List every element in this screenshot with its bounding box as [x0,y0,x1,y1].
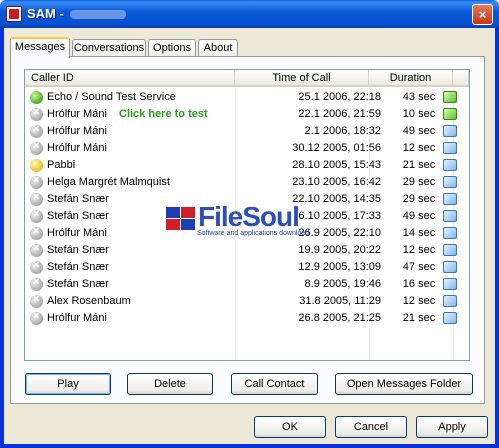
time-of-call-cell: 26.8 2005, 21:25 [298,312,381,324]
time-of-call-cell: 30.12 2005, 01:56 [292,142,381,154]
message-icon[interactable] [443,278,457,290]
time-of-call-cell: 25.1 2006, 22:18 [298,91,381,103]
message-icon[interactable] [443,227,457,239]
list-header: Caller ID Time of Call Duration [25,70,469,87]
message-icon[interactable] [443,312,457,324]
watermark-logo [166,207,196,231]
table-row[interactable]: Echo / Sound Test Service 25.1 2006, 22:1… [25,89,469,106]
offline-contact-icon [30,259,43,274]
time-of-call-cell: 22.1 2006, 21:59 [298,108,381,120]
table-row[interactable]: Helga Margrét Malmquist 23.10 2005, 16:42… [25,174,469,191]
tab-conversations[interactable]: Conversations [72,39,146,57]
offline-contact-icon [30,310,43,325]
caller-id-cell: Echo / Sound Test Service [47,91,176,103]
table-row[interactable]: Hrólfur Máni26.8 2005, 21:2521 sec [25,310,469,327]
caller-id-cell: Stefán Snær [47,261,109,273]
caller-id-cell: Hrólfur Máni [47,227,107,239]
open-messages-folder-button[interactable]: Open Messages Folder [335,373,473,395]
click-to-test-hint[interactable]: Click here to test [119,108,208,120]
window-title-text: SAM - [27,6,64,21]
offline-contact-icon [30,293,43,308]
tab-about[interactable]: About [198,39,238,57]
message-icon[interactable] [443,142,457,154]
column-header-duration[interactable]: Duration [369,70,453,87]
watermark-title: FileSoul [198,201,300,232]
time-of-call-cell: 19.9 2005, 20:22 [298,244,381,256]
window-frame-right [495,28,499,448]
new-message-icon[interactable] [443,91,457,103]
title-bar[interactable]: SAM - × [0,0,499,28]
table-row[interactable]: Pabbi 28.10 2005, 15:43 21 sec [25,157,469,174]
delete-button[interactable]: Delete [127,373,213,395]
offline-contact-icon [30,242,43,257]
time-of-call-cell: 31.8 2005, 11:29 [299,295,381,307]
close-icon: × [478,7,487,22]
time-of-call-cell: 28.10 2005, 15:43 [292,159,381,171]
caller-id-cell: Stefán Snær [47,193,109,205]
new-message-icon[interactable] [443,108,457,120]
column-header-message[interactable] [453,70,469,87]
close-button[interactable]: × [472,4,493,25]
offline-contact-icon [30,140,43,155]
away-contact-icon [30,159,43,172]
tab-messages[interactable]: Messages [10,37,70,58]
message-icon[interactable] [443,176,457,188]
time-of-call-cell: 8.9 2005, 19:46 [304,278,381,290]
message-icon[interactable] [443,159,457,171]
offline-contact-icon [30,225,43,240]
apply-button[interactable]: Apply [416,416,488,438]
offline-contact-icon [30,174,43,189]
cancel-button[interactable]: Cancel [335,416,407,438]
caller-id-cell: Hrólfur Máni [47,312,107,324]
table-row[interactable]: Hrólfur Máni2.1 2006, 18:3249 sec [25,123,469,140]
caller-id-cell: Alex Rosenbaum [47,295,131,307]
table-row[interactable]: Stefán Snær19.9 2005, 20:2212 sec [25,242,469,259]
offline-contact-icon [30,191,43,206]
caller-id-cell: Hrólfur Máni [47,142,107,154]
message-icon[interactable] [443,125,457,137]
table-row[interactable]: Alex Rosenbaum31.8 2005, 11:2912 sec [25,293,469,310]
time-of-call-cell: 2.1 2006, 18:32 [304,125,381,137]
window-frame-bottom [0,444,499,448]
tab-options[interactable]: Options [148,39,196,57]
caller-id-cell: Hrólfur Máni [47,108,107,120]
time-of-call-cell: 23.10 2005, 16:42 [292,176,381,188]
app-logo-icon [6,6,22,22]
table-row[interactable]: Hrólfur Máni22.1 2006, 21:5910 sec [25,106,469,123]
offline-contact-icon [30,123,43,138]
ok-button[interactable]: OK [254,416,326,438]
window-frame-left [0,28,4,448]
watermark-subtitle: Software and applications download [197,230,310,237]
offline-contact-icon [30,276,43,291]
caller-id-cell: Hrólfur Máni [47,125,107,137]
caller-id-cell: Stefán Snær [47,210,109,222]
table-row[interactable]: Hrólfur Máni30.12 2005, 01:5612 sec [25,140,469,157]
column-header-time-of-call[interactable]: Time of Call [235,70,369,87]
message-icon[interactable] [443,261,457,273]
caller-id-cell: Stefán Snær [47,244,109,256]
green-contact-icon [30,91,43,104]
message-icon[interactable] [443,244,457,256]
caller-id-cell: Helga Margrét Malmquist [47,176,170,188]
redacted-username [69,10,126,20]
offline-contact-icon [30,106,43,121]
caller-id-cell: Stefán Snær [47,278,109,290]
caller-id-cell: Pabbi [47,159,76,171]
time-of-call-cell: 12.9 2005, 13:09 [298,261,381,273]
message-icon[interactable] [443,210,457,222]
table-row[interactable]: Stefán Snær12.9 2005, 13:0947 sec [25,259,469,276]
table-row[interactable]: Stefán Snær8.9 2005, 19:4616 sec [25,276,469,293]
offline-contact-icon [30,208,43,223]
message-icon[interactable] [443,193,457,205]
message-icon[interactable] [443,295,457,307]
column-header-caller-id[interactable]: Caller ID [25,70,235,87]
call-contact-button[interactable]: Call Contact [231,373,318,395]
window-title: SAM - [27,6,126,21]
play-button[interactable]: Play [25,373,111,395]
